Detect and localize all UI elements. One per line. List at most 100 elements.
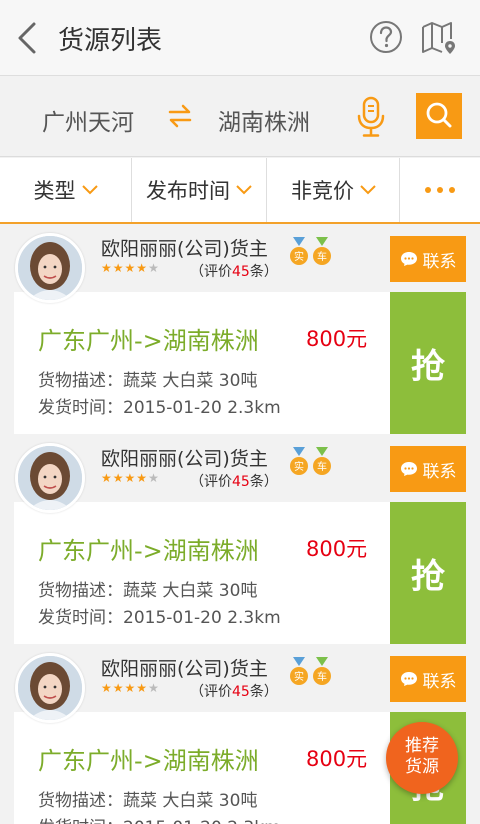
rating-count: （评价45条） xyxy=(190,474,278,490)
chat-bubble-icon xyxy=(400,462,417,476)
more-icon xyxy=(449,187,455,193)
contact-label: 联系 xyxy=(422,461,457,482)
ship-time: 发货时间：2015-01-20 2.3km xyxy=(38,398,281,418)
swap-icon xyxy=(168,104,192,128)
cargo-description: 货物描述：蔬菜 大白菜 30吨 xyxy=(38,581,258,601)
help-button[interactable] xyxy=(369,20,403,54)
swap-route-button[interactable] xyxy=(166,101,194,131)
shipper-name: 欧阳丽丽(公司)货主 xyxy=(101,238,268,260)
medal-icon: 车 xyxy=(313,237,331,265)
medal-icon: 车 xyxy=(313,657,331,685)
star-filled-icon: ★ xyxy=(136,261,149,275)
recommend-label-line2: 货源 xyxy=(405,757,439,777)
rating-count: （评价45条） xyxy=(190,684,278,700)
price-text: 800元 xyxy=(306,537,368,561)
map-button[interactable] xyxy=(420,19,458,57)
star-empty-icon: ★ xyxy=(148,471,160,485)
star-rating: ★★★★★ xyxy=(101,681,160,695)
more-icon xyxy=(425,187,431,193)
medal-icon: 实 xyxy=(290,657,308,685)
map-icon xyxy=(422,22,455,54)
avatar[interactable] xyxy=(15,233,85,303)
star-filled-icon: ★ xyxy=(112,681,125,695)
chat-bubble-icon xyxy=(400,672,417,686)
header-bar: 货源列表 xyxy=(0,0,480,76)
price-text: 800元 xyxy=(306,747,368,771)
star-rating: ★★★★★ xyxy=(101,261,160,275)
cargo-info[interactable]: 广东广州->湖南株洲 800元 货物描述：蔬菜 大白菜 30吨 发货时间：201… xyxy=(14,292,390,434)
star-filled-icon: ★ xyxy=(112,261,125,275)
route-search-bar: 广州天河 湖南株洲 xyxy=(0,77,480,157)
star-filled-icon: ★ xyxy=(124,261,137,275)
cargo-card: 广东广州->湖南株洲 800元 货物描述：蔬菜 大白菜 30吨 发货时间：201… xyxy=(0,226,480,436)
star-filled-icon: ★ xyxy=(124,471,137,485)
filter-bidding[interactable]: 非竞价 xyxy=(267,158,400,222)
star-empty-icon: ★ xyxy=(148,681,160,695)
star-filled-icon: ★ xyxy=(101,681,113,695)
shipper-name: 欧阳丽丽(公司)货主 xyxy=(101,448,268,470)
contact-button[interactable]: 联系 xyxy=(390,656,466,702)
ship-time: 发货时间：2015-01-20 2.3km xyxy=(38,813,281,824)
contact-label: 联系 xyxy=(422,251,457,272)
route-text: 广东广州->湖南株洲 xyxy=(38,747,259,775)
voice-input-button[interactable] xyxy=(355,96,387,138)
help-icon xyxy=(370,21,402,53)
more-icon xyxy=(437,187,443,193)
back-button[interactable] xyxy=(10,18,46,58)
filter-publish-time-label: 发布时间 xyxy=(146,179,230,203)
shipper-name: 欧阳丽丽(公司)货主 xyxy=(101,658,268,680)
filter-publish-time[interactable]: 发布时间 xyxy=(132,158,266,222)
chevron-down-icon xyxy=(81,185,98,195)
badge-real-text: 实 xyxy=(294,250,304,263)
cargo-description: 货物描述：蔬菜 大白菜 30吨 xyxy=(38,371,258,391)
avatar-image xyxy=(18,236,82,300)
badge-real-text: 实 xyxy=(294,670,304,683)
avatar[interactable] xyxy=(15,443,85,513)
cargo-info[interactable]: 广东广州->湖南株洲 800元 货物描述：蔬菜 大白菜 30吨 发货时间：201… xyxy=(14,712,390,824)
avatar-image xyxy=(18,446,82,510)
avatar[interactable] xyxy=(15,653,85,723)
price-text: 800元 xyxy=(306,327,368,351)
recommend-label-line1: 推荐 xyxy=(405,736,439,756)
star-rating: ★★★★★ xyxy=(101,471,160,485)
microphone-icon xyxy=(357,96,385,137)
medal-icon: 实 xyxy=(290,237,308,265)
star-filled-icon: ★ xyxy=(101,261,113,275)
star-filled-icon: ★ xyxy=(112,471,125,485)
route-text: 广东广州->湖南株洲 xyxy=(38,327,259,355)
route-text: 广东广州->湖南株洲 xyxy=(38,537,259,565)
contact-button[interactable]: 联系 xyxy=(390,236,466,282)
contact-label: 联系 xyxy=(422,671,457,692)
grab-order-button[interactable]: 抢 xyxy=(390,292,466,434)
star-filled-icon: ★ xyxy=(124,681,137,695)
medal-icon: 车 xyxy=(313,447,331,475)
recommend-cargo-button[interactable]: 推荐 货源 xyxy=(386,722,458,794)
cargo-description: 货物描述：蔬菜 大白菜 30吨 xyxy=(38,791,258,811)
more-button[interactable] xyxy=(400,158,480,222)
search-icon xyxy=(426,102,452,128)
page-title: 货源列表 xyxy=(58,26,163,56)
search-button[interactable] xyxy=(416,93,462,139)
cargo-info[interactable]: 广东广州->湖南株洲 800元 货物描述：蔬菜 大白菜 30吨 发货时间：201… xyxy=(14,502,390,644)
avatar-image xyxy=(18,656,82,720)
chevron-down-icon xyxy=(360,185,376,195)
destination-city-field[interactable]: 湖南株洲 xyxy=(218,103,310,137)
origin-city-field[interactable]: 广州天河 xyxy=(42,103,134,137)
contact-button[interactable]: 联系 xyxy=(390,446,466,492)
badge-car-text: 车 xyxy=(317,460,327,473)
star-empty-icon: ★ xyxy=(148,261,160,275)
chevron-down-icon xyxy=(236,185,252,195)
badge-real-text: 实 xyxy=(294,460,304,473)
filter-bidding-label: 非竞价 xyxy=(291,179,354,203)
star-filled-icon: ★ xyxy=(136,681,149,695)
rating-count: （评价45条） xyxy=(190,264,278,280)
badge-car-text: 车 xyxy=(317,670,327,683)
filter-type-label: 类型 xyxy=(33,179,76,203)
grab-order-button[interactable]: 抢 xyxy=(390,502,466,644)
filter-type[interactable]: 类型 xyxy=(0,158,131,222)
chat-bubble-icon xyxy=(400,252,417,266)
medal-icon: 实 xyxy=(290,447,308,475)
star-filled-icon: ★ xyxy=(101,471,113,485)
filter-bar: 类型 发布时间 非竞价 xyxy=(0,158,480,224)
ship-time: 发货时间：2015-01-20 2.3km xyxy=(38,608,281,628)
